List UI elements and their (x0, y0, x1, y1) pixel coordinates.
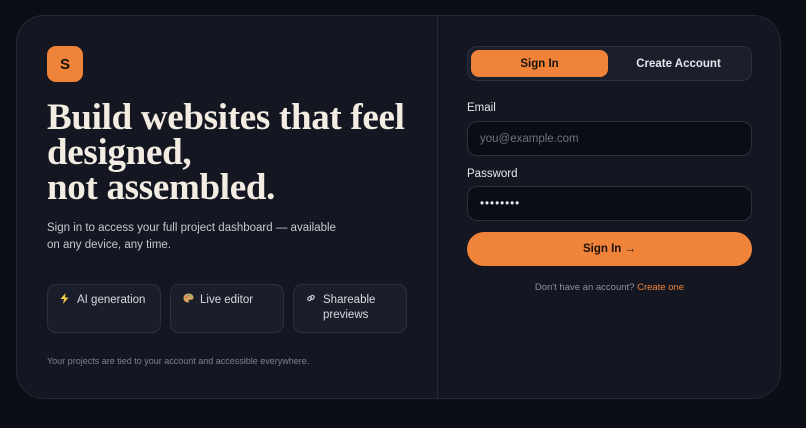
headline-line-3: not assembled. (47, 167, 276, 208)
create-account-prompt: Don't have an account? Create one (467, 282, 752, 293)
feature-card-ai-generation: AI generation (47, 284, 161, 333)
footnote: Your projects are tied to your account a… (47, 356, 310, 366)
password-value: •••••••• (480, 197, 521, 210)
login-card: S Build websites that feel designed, not… (16, 15, 781, 399)
feature-label: Live editor (200, 294, 254, 306)
create-account-link[interactable]: Create one (637, 282, 684, 293)
feature-label: Shareable previews (323, 294, 376, 321)
email-label: Email (467, 102, 496, 114)
tab-create-account[interactable]: Create Account (610, 50, 747, 77)
auth-tabs: Sign In Create Account (467, 46, 752, 81)
feature-label: AI generation (77, 294, 146, 306)
create-account-text: Don't have an account? (534, 282, 635, 293)
palette-icon (183, 293, 194, 308)
tab-sign-in[interactable]: Sign In (471, 50, 608, 77)
headline-line-1: Build websites that feel (47, 97, 405, 138)
password-field[interactable]: •••••••• (467, 186, 752, 221)
feature-card-live-editor: Live editor (170, 284, 284, 333)
feature-card-shareable-previews: Shareable previews (293, 284, 407, 333)
password-label: Password (467, 168, 518, 180)
link-icon (306, 293, 316, 308)
brand-logo: S (47, 46, 83, 82)
auth-panel: Sign In Create Account Email you@example… (438, 16, 780, 398)
sign-in-button[interactable]: Sign In → (467, 232, 752, 266)
headline-line-2: designed, (47, 132, 192, 173)
lightning-icon (60, 293, 70, 309)
email-placeholder: you@example.com (480, 132, 579, 145)
email-field[interactable]: you@example.com (467, 121, 752, 156)
hero-panel: S Build websites that feel designed, not… (17, 16, 437, 398)
page-headline: Build websites that feel designed, not a… (47, 97, 427, 208)
hero-subtext: Sign in to access your full project dash… (47, 222, 336, 251)
